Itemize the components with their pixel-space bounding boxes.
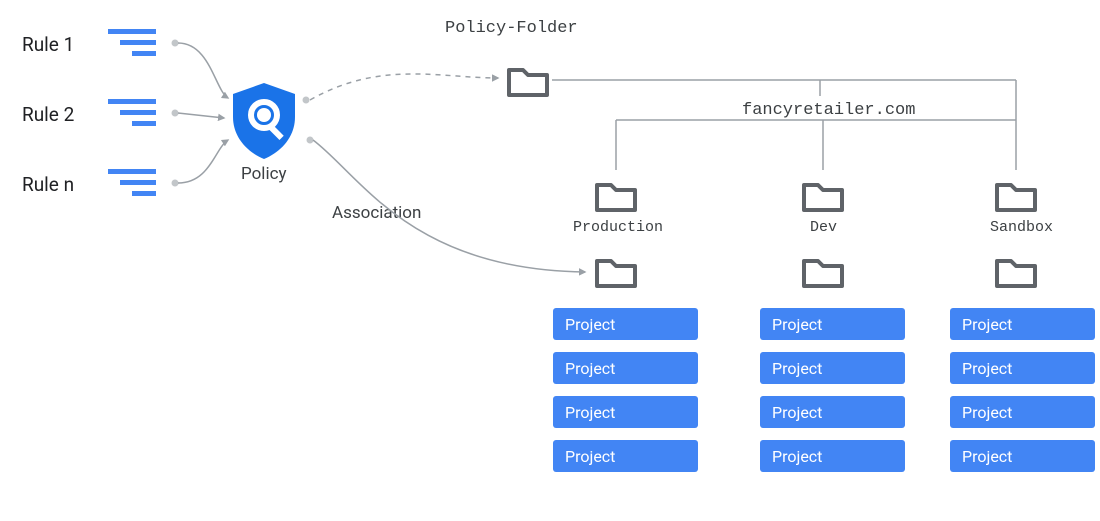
association-label: Association <box>332 203 421 223</box>
project-box: Project <box>950 308 1095 340</box>
rule-bars-icon <box>108 95 158 135</box>
project-column-sandbox: Project Project Project Project <box>950 308 1095 472</box>
project-box: Project <box>553 440 698 472</box>
folder-icon <box>993 175 1039 215</box>
policy-label: Policy <box>241 164 287 184</box>
rule-bars-icon <box>108 165 158 205</box>
project-column-production: Project Project Project Project <box>553 308 698 472</box>
dev-label: Dev <box>810 219 837 236</box>
rule-label-n: Rule n <box>22 173 74 196</box>
org-domain-label: fancyretailer.com <box>742 101 915 120</box>
production-label: Production <box>573 219 663 236</box>
project-box: Project <box>950 396 1095 428</box>
project-box: Project <box>760 396 905 428</box>
folder-icon <box>800 251 846 291</box>
sandbox-label: Sandbox <box>990 219 1053 236</box>
folder-icon <box>593 175 639 215</box>
project-box: Project <box>760 308 905 340</box>
project-column-dev: Project Project Project Project <box>760 308 905 472</box>
project-box: Project <box>950 440 1095 472</box>
project-box: Project <box>950 352 1095 384</box>
shield-policy-icon <box>229 81 299 161</box>
folder-icon <box>593 251 639 291</box>
folder-icon <box>993 251 1039 291</box>
project-box: Project <box>553 308 698 340</box>
rule-bars-icon <box>108 25 158 65</box>
project-box: Project <box>760 440 905 472</box>
folder-icon <box>505 60 551 100</box>
project-box: Project <box>553 352 698 384</box>
rule-label-2: Rule 2 <box>22 103 74 126</box>
project-box: Project <box>553 396 698 428</box>
folder-icon <box>800 175 846 215</box>
rule-label-1: Rule 1 <box>22 33 74 56</box>
project-box: Project <box>760 352 905 384</box>
policy-folder-label: Policy-Folder <box>445 19 578 38</box>
